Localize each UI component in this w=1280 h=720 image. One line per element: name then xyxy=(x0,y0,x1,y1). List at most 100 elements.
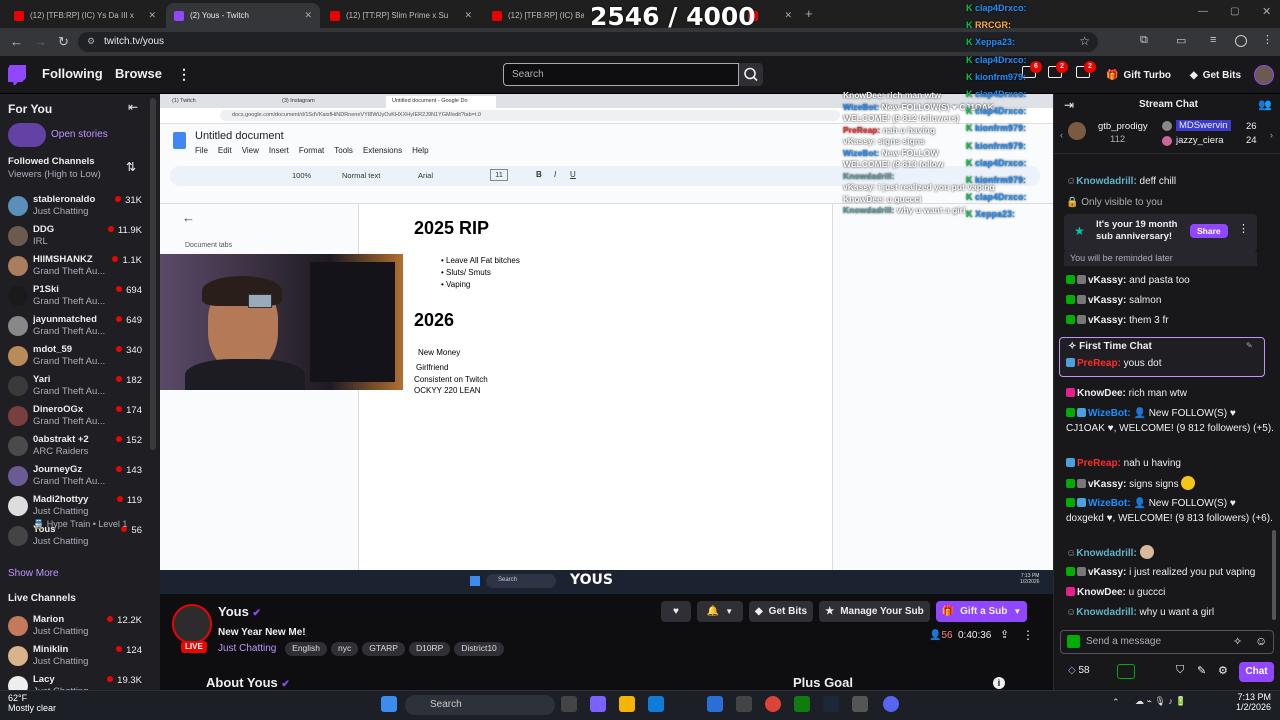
users-icon[interactable]: 👥 xyxy=(1258,98,1272,111)
channel-points[interactable]: ◇ 58 xyxy=(1068,665,1090,676)
downloads-icon[interactable]: ≡ xyxy=(1210,34,1216,46)
tray-chevron-icon[interactable]: ⌃ xyxy=(1112,697,1120,708)
sidebar-channel[interactable]: Madi2hottyy Just Chatting 119 xyxy=(0,492,150,522)
chrome-icon[interactable] xyxy=(765,696,781,712)
close-icon[interactable]: ✕ xyxy=(458,10,472,21)
badge-icon[interactable] xyxy=(1067,635,1080,648)
more-kebab-icon[interactable]: ⋮ xyxy=(1238,222,1249,235)
xbox-icon[interactable] xyxy=(794,696,810,712)
sidebar-channel[interactable]: JourneyGz Grand Theft Au... 143 xyxy=(0,462,150,492)
user-avatar[interactable] xyxy=(1254,65,1274,85)
share-anniversary-button[interactable]: Share xyxy=(1190,224,1228,238)
sidebar-channel[interactable]: mdot_59 Grand Theft Au... 340 xyxy=(0,342,150,372)
sparkle-icon[interactable]: ✧ xyxy=(1233,635,1242,648)
store-icon[interactable] xyxy=(707,696,723,712)
following-link[interactable]: Following xyxy=(42,66,103,81)
search-input[interactable]: Search xyxy=(503,63,739,86)
edit-icon[interactable]: ✎ xyxy=(1246,341,1253,350)
windows-start-icon[interactable] xyxy=(381,696,397,712)
more-options-icon[interactable]: ⋮ xyxy=(1022,628,1034,642)
tag[interactable]: GTARP xyxy=(362,642,405,656)
tag[interactable]: District10 xyxy=(454,642,504,656)
sidebar-channel[interactable]: DDG IRL 11.9K xyxy=(0,222,150,252)
app-icon[interactable] xyxy=(736,696,752,712)
sidebar-channel[interactable]: jayunmatched Grand Theft Au... 649 xyxy=(0,312,150,342)
close-icon[interactable]: ✕ xyxy=(142,10,156,21)
browser-tab-active[interactable]: (2) Yous - Twitch ✕ xyxy=(166,3,320,28)
collapse-chat-icon[interactable]: ⇥ xyxy=(1064,98,1074,112)
follow-heart-button[interactable]: ♥ xyxy=(661,601,691,622)
profile-icon[interactable] xyxy=(1235,35,1247,47)
discord-icon[interactable] xyxy=(883,696,899,712)
sidepanel-icon[interactable]: ▭ xyxy=(1176,34,1186,47)
browser-tab[interactable]: (12) [TT:RP] Slim Prime x Su ✕ xyxy=(322,3,480,28)
chevron-left-icon[interactable]: ‹ xyxy=(1060,130,1063,140)
gift-box-icon[interactable] xyxy=(1117,664,1135,679)
chat-scrollbar[interactable] xyxy=(1272,530,1276,620)
bookmark-star-icon[interactable]: ☆ xyxy=(1079,34,1090,48)
sidebar-channel[interactable]: 0abstrakt +2 ARC Raiders 152 xyxy=(0,432,150,462)
live-channel[interactable]: Marion Just Chatting 12.2K xyxy=(0,612,150,642)
more-kebab-icon[interactable]: ⋮ xyxy=(177,66,191,83)
edge-icon[interactable] xyxy=(648,696,664,712)
show-more-link[interactable]: Show More xyxy=(8,568,59,579)
browser-tab[interactable]: (12) [TFB:RP] (IC) Bang 8 xyxy=(484,3,584,28)
sidebar-channel[interactable]: stableronaldo Just Chatting 31K xyxy=(0,192,150,222)
get-bits-button[interactable]: ◆ Get Bits xyxy=(1190,65,1241,85)
task-view-icon[interactable] xyxy=(561,696,577,712)
info-icon[interactable]: i xyxy=(993,677,1005,689)
open-stories-link[interactable]: Open stories xyxy=(51,129,108,140)
sidebar-channel[interactable]: DineroOGx Grand Theft Au... 174 xyxy=(0,402,150,432)
emote-picker-icon[interactable]: ☺ xyxy=(1255,634,1267,648)
app-icon[interactable] xyxy=(852,696,868,712)
sidebar-scrollbar[interactable] xyxy=(150,98,156,450)
share-icon[interactable]: ⇪ xyxy=(1000,628,1009,641)
taskbar-search[interactable]: Search xyxy=(405,695,555,715)
copilot-icon[interactable] xyxy=(590,696,606,712)
gift-turbo-button[interactable]: 🎁 Gift Turbo xyxy=(1106,65,1171,85)
weather-widget[interactable]: 62°F Mostly clear xyxy=(8,693,56,713)
sidebar-channel[interactable]: Yari Grand Theft Au... 182 xyxy=(0,372,150,402)
sidebar-channel[interactable]: P1Ski Grand Theft Au... 694 xyxy=(0,282,150,312)
window-close-button[interactable]: ✕ xyxy=(1262,5,1271,18)
live-channel[interactable]: Miniklin Just Chatting 124 xyxy=(0,642,150,672)
new-tab-button[interactable]: + xyxy=(805,6,813,21)
sidebar-channel[interactable]: HIIMSHANKZ Grand Theft Au... 1.1K xyxy=(0,252,150,282)
settings-gear-icon[interactable]: ⚙ xyxy=(1218,664,1228,677)
live-channel[interactable]: LacyJust Chatting19.3K xyxy=(0,672,150,690)
back-icon[interactable]: ← xyxy=(10,34,23,49)
extensions-icon[interactable]: ⧉ xyxy=(1140,34,1148,47)
reload-icon[interactable]: ↻ xyxy=(58,34,69,50)
manage-sub-button[interactable]: ★ Manage Your Sub xyxy=(819,601,930,622)
search-button[interactable] xyxy=(739,63,763,86)
browse-link[interactable]: Browse xyxy=(115,66,162,81)
menu-kebab-icon[interactable]: ⋮ xyxy=(1262,33,1273,46)
sort-icon[interactable]: ⇅ xyxy=(126,160,136,174)
category-link[interactable]: Just Chatting xyxy=(218,643,276,654)
pen-icon[interactable]: ✎ xyxy=(1197,664,1206,677)
chat-input[interactable]: Send a message ✧ ☺ xyxy=(1060,630,1274,654)
collapse-sidebar-icon[interactable]: ⇤ xyxy=(128,100,138,114)
send-chat-button[interactable]: Chat xyxy=(1239,662,1274,682)
site-info-icon[interactable]: ⚙ xyxy=(87,36,95,47)
notification-bell-button[interactable]: 🔔 ▼ xyxy=(697,601,743,622)
forward-icon[interactable]: → xyxy=(34,34,47,49)
tag[interactable]: English xyxy=(285,642,328,656)
chevron-right-icon[interactable]: › xyxy=(1270,130,1273,140)
minimize-button[interactable]: — xyxy=(1198,6,1208,17)
gift-sub-button[interactable]: 🎁 Gift a Sub ▼ xyxy=(936,601,1027,622)
tag[interactable]: D10RP xyxy=(408,642,451,656)
channel-name[interactable]: Yous ✔ xyxy=(218,604,261,619)
tag[interactable]: nyc xyxy=(331,642,359,656)
tray-icons[interactable]: ☁ ⌁ 🎙 ♪ 🔋 xyxy=(1135,696,1187,707)
system-clock[interactable]: 7:13 PM 1/2/2026 xyxy=(1236,692,1271,712)
steam-icon[interactable] xyxy=(823,696,839,712)
browser-tab[interactable]: (12) [TFB:RP] (IC) Ys Da III x ✕ xyxy=(6,3,164,28)
get-bits-stream-button[interactable]: ◆ Get Bits xyxy=(749,601,813,622)
close-icon[interactable]: ✕ xyxy=(778,10,792,21)
file-explorer-icon[interactable] xyxy=(619,696,635,712)
maximize-button[interactable]: ▢ xyxy=(1230,6,1239,17)
channel-avatar[interactable] xyxy=(172,604,212,644)
address-bar[interactable]: ⚙ twitch.tv/yous ☆ xyxy=(78,32,1098,52)
close-icon[interactable]: ✕ xyxy=(298,10,312,21)
